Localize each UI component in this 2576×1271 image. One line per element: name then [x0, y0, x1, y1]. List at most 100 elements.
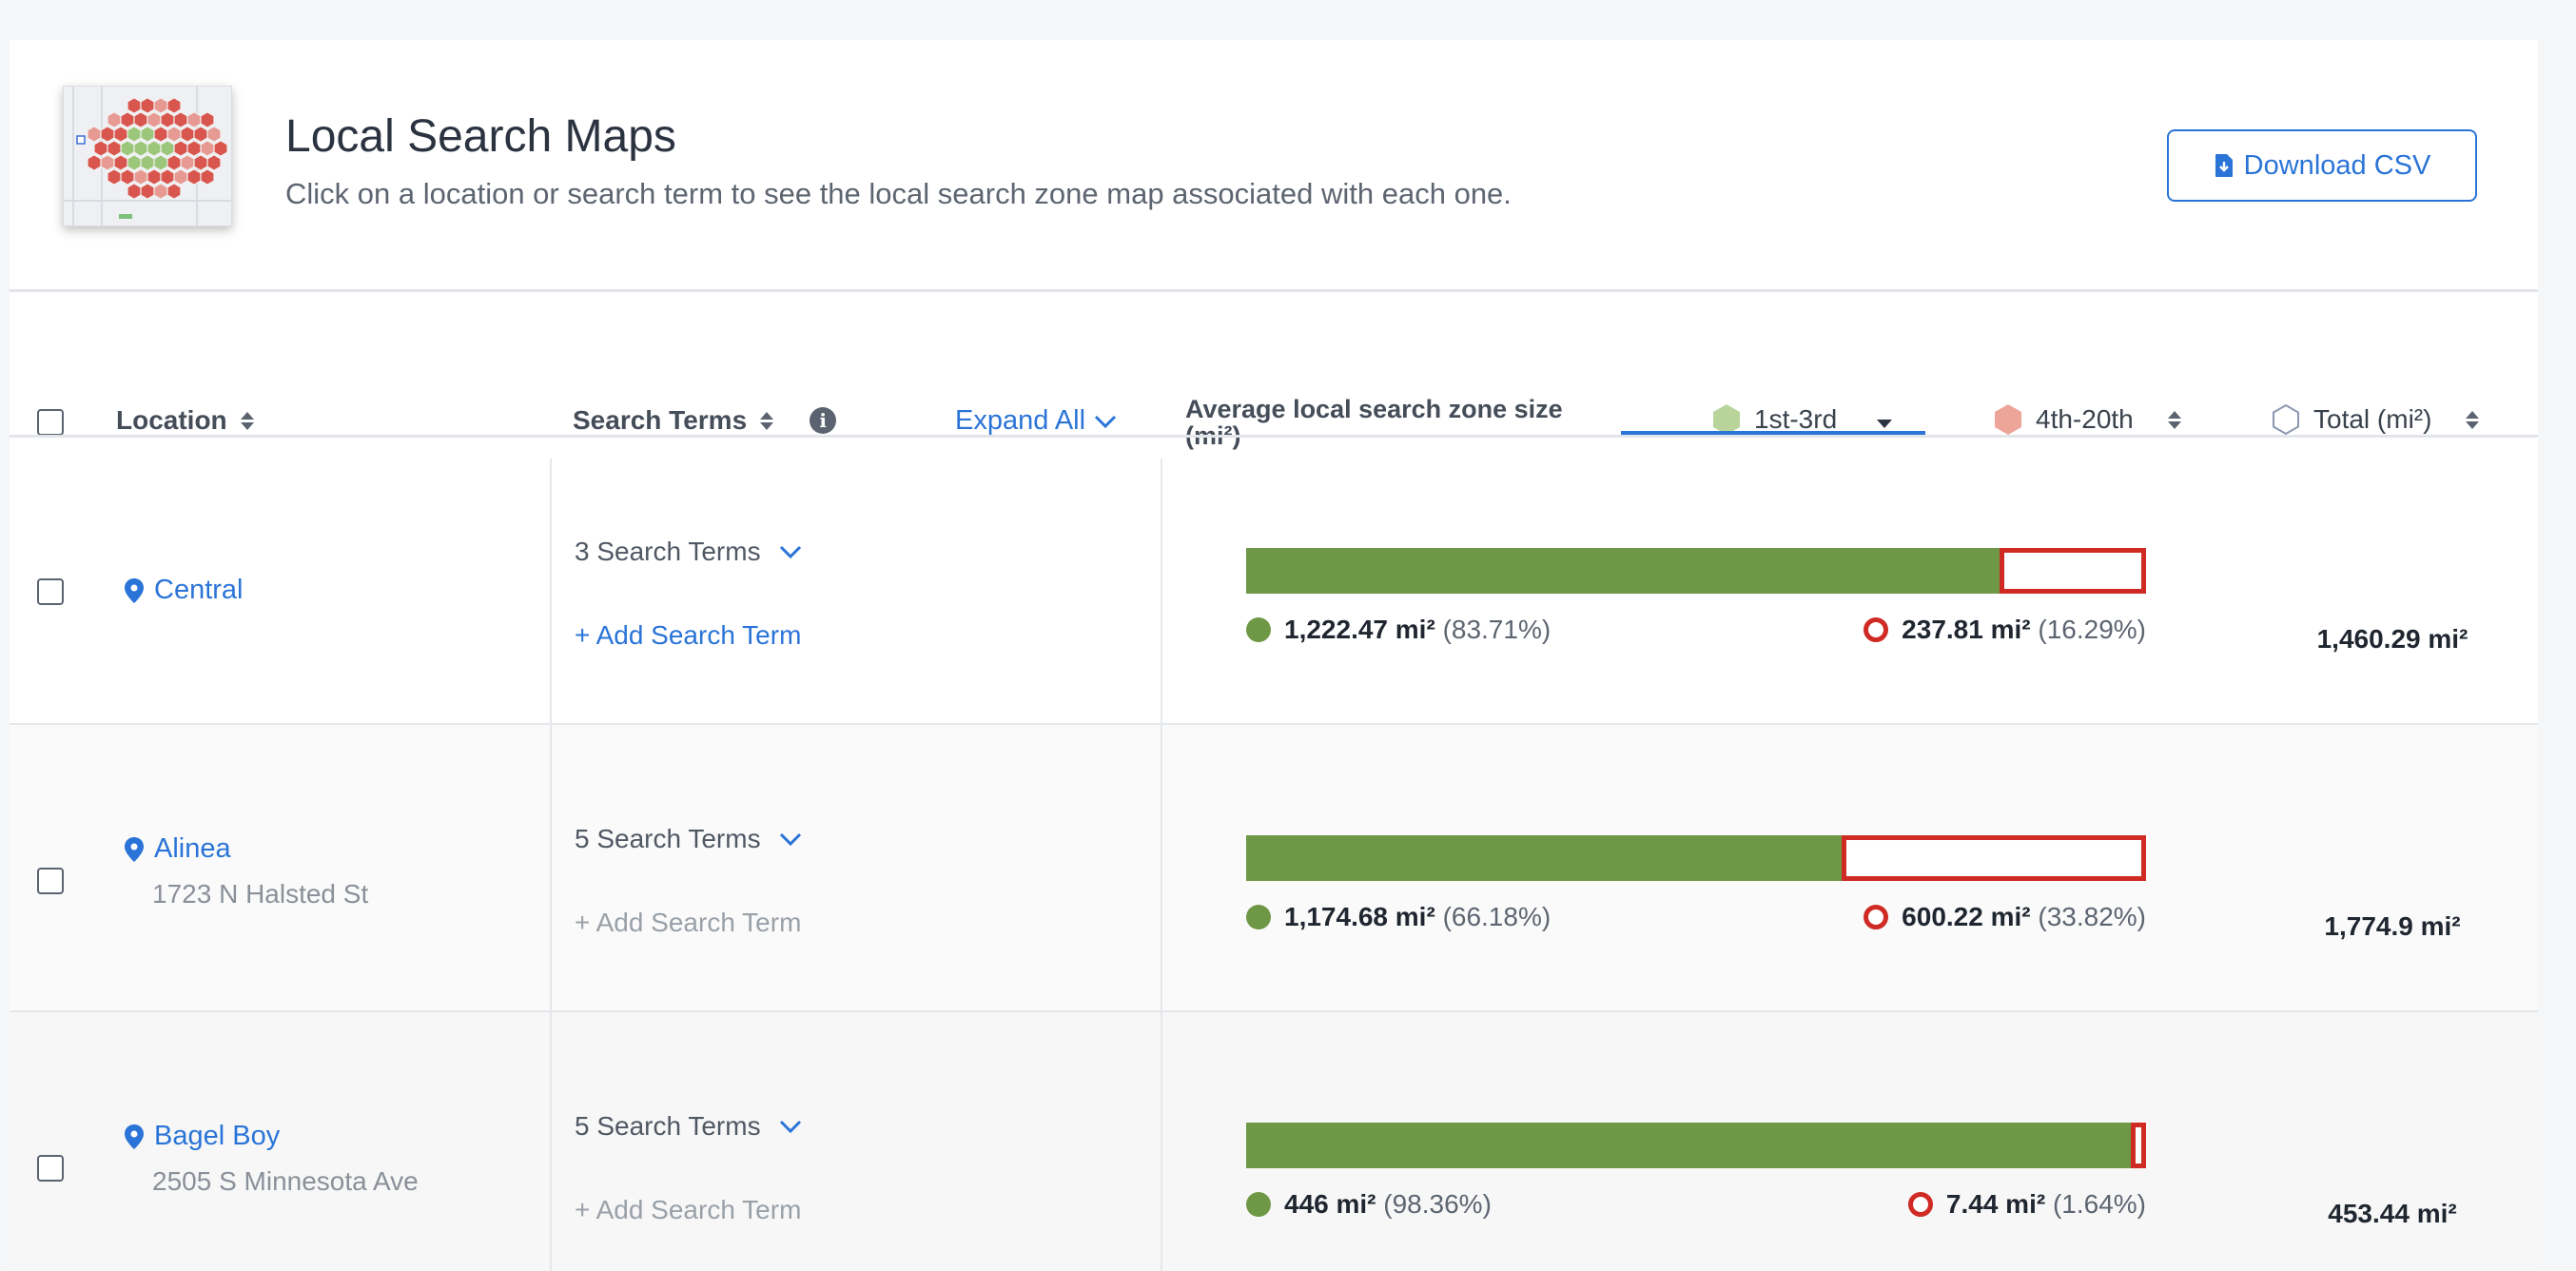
hex-cell — [146, 168, 162, 186]
bar-segment-1st-3rd — [1246, 835, 1843, 881]
hex-cell — [146, 111, 162, 128]
column-rank-mid[interactable]: 4th-20th — [1994, 403, 2181, 436]
hex-cell — [186, 111, 202, 128]
hex-cell — [133, 140, 148, 157]
location-name: Bagel Boy — [154, 1121, 281, 1151]
zone-size-bar — [1246, 548, 2146, 594]
hex-cell — [173, 168, 188, 186]
location-address: 2505 S Minnesota Ave — [152, 1166, 419, 1196]
hex-cell — [160, 140, 175, 157]
add-search-term-link[interactable]: + Add Search Term — [575, 1195, 801, 1225]
hex-cell — [173, 111, 188, 128]
zone-value-1st-3rd: 1,174.68 mi² — [1284, 902, 1435, 931]
legend-1st-3rd: 1,222.47 mi² (83.71%) — [1246, 615, 1551, 645]
hex-cell — [113, 126, 128, 143]
hex-cell — [160, 168, 175, 186]
hex-cell — [206, 154, 222, 171]
hex-cell — [107, 111, 122, 128]
hex-cell — [127, 183, 142, 200]
bar-segment-4th-20th — [2131, 1123, 2146, 1168]
column-search-terms[interactable]: Search Terms i — [573, 405, 837, 436]
hex-cell — [140, 97, 155, 114]
location-link[interactable]: Bagel Boy — [124, 1121, 280, 1152]
sort-icon[interactable] — [240, 411, 254, 430]
info-icon[interactable]: i — [810, 407, 837, 434]
hex-cell — [140, 154, 155, 171]
zone-value-1st-3rd: 446 mi² — [1284, 1189, 1376, 1219]
red-ring-icon — [1864, 617, 1889, 642]
hex-cell — [186, 140, 202, 157]
add-search-term-link[interactable]: + Add Search Term — [575, 620, 801, 651]
hex-cell — [140, 126, 155, 143]
select-all-checkbox[interactable] — [37, 409, 64, 436]
sort-icon[interactable] — [760, 411, 774, 430]
search-terms-toggle[interactable]: 3 Search Terms — [575, 537, 803, 567]
row-checkbox[interactable] — [37, 578, 64, 605]
row-checkbox[interactable] — [37, 1155, 64, 1182]
hex-cell — [133, 168, 148, 186]
search-terms-count: 5 Search Terms — [575, 1111, 761, 1141]
location-address: 1723 N Halsted St — [152, 879, 369, 909]
expand-all-label: Expand All — [955, 405, 1086, 436]
total-zone-size: 1,774.9 mi² — [2324, 911, 2461, 941]
map-pin-icon — [125, 577, 144, 603]
search-terms-count: 5 Search Terms — [575, 824, 761, 853]
zone-value-4th-20th: 7.44 mi² — [1945, 1189, 2046, 1219]
hex-cell — [120, 111, 135, 128]
hex-cell — [173, 140, 188, 157]
hex-cell — [133, 111, 148, 128]
table-header: Location Search Terms i Expand All Avera… — [10, 293, 2538, 449]
column-total-label: Total (mi²) — [2313, 404, 2432, 434]
search-terms-toggle[interactable]: 5 Search Terms — [575, 824, 803, 854]
outline-hexagon-icon — [2273, 403, 2299, 436]
sort-icon[interactable] — [2167, 410, 2181, 429]
hex-map-icon — [64, 87, 231, 225]
hex-cell — [87, 154, 102, 171]
column-divider — [1161, 1012, 1162, 1271]
page-subtitle: Click on a location or search term to se… — [285, 177, 1512, 210]
hex-cell — [127, 126, 142, 143]
total-zone-size: 1,460.29 mi² — [2316, 624, 2469, 654]
bar-segment-1st-3rd — [1246, 1123, 2132, 1168]
column-divider — [1161, 725, 1162, 1010]
download-csv-button[interactable]: Download CSV — [2167, 129, 2477, 202]
zone-pct-4th-20th: (33.82%) — [2038, 902, 2146, 931]
hex-cell — [127, 154, 142, 171]
legend-1st-3rd: 446 mi² (98.36%) — [1246, 1189, 1492, 1220]
hex-cell — [93, 140, 108, 157]
search-terms-toggle[interactable]: 5 Search Terms — [575, 1111, 803, 1142]
add-search-term-link[interactable]: + Add Search Term — [575, 908, 801, 938]
location-name: Alinea — [154, 833, 231, 864]
sort-desc-icon[interactable] — [1877, 419, 1893, 428]
download-csv-label: Download CSV — [2243, 149, 2431, 181]
hex-cell — [120, 168, 135, 186]
hex-cell — [153, 154, 168, 171]
expand-all-button[interactable]: Expand All — [955, 405, 1118, 437]
hex-cell — [120, 140, 135, 157]
location-link[interactable]: Alinea — [124, 833, 231, 865]
sort-icon[interactable] — [2466, 410, 2480, 429]
hex-cell — [160, 111, 175, 128]
bar-segment-1st-3rd — [1246, 548, 2000, 594]
hex-cell — [100, 126, 115, 143]
red-ring-icon — [1907, 1192, 1933, 1217]
legend-1st-3rd: 1,174.68 mi² (66.18%) — [1246, 902, 1551, 932]
chevron-down-icon — [1094, 415, 1117, 428]
column-location[interactable]: Location — [116, 405, 254, 436]
map-thumbnail[interactable] — [63, 86, 232, 226]
location-link[interactable]: Central — [124, 575, 244, 606]
hex-cell — [107, 168, 122, 186]
hex-cell — [87, 126, 102, 143]
table-row: Central 3 Search Terms + Add Search Term… — [10, 438, 2538, 744]
hex-cell — [166, 126, 182, 143]
green-dot-icon — [1246, 617, 1271, 642]
column-rank-mid-label: 4th-20th — [2036, 404, 2134, 434]
table-row: Bagel Boy 2505 S Minnesota Ave 5 Search … — [10, 1012, 2538, 1271]
hex-cell — [166, 183, 182, 200]
bar-segment-4th-20th — [1842, 835, 2146, 881]
total-zone-size: 453.44 mi² — [2328, 1199, 2457, 1228]
hex-cell — [186, 168, 202, 186]
column-total[interactable]: Total (mi²) — [2272, 403, 2480, 436]
hex-cell — [200, 111, 215, 128]
row-checkbox[interactable] — [37, 868, 64, 894]
